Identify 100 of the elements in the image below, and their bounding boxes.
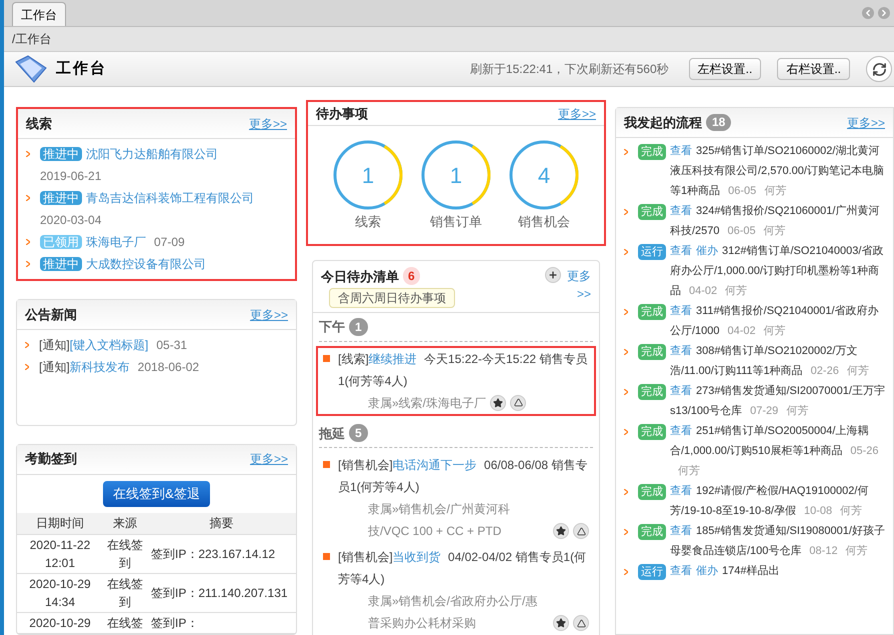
process-entry: 查看 308#销售订单/SO21020002/万文浩/11.00/订购111等1种商品 02-26 何芳 [670, 344, 870, 379]
action-link[interactable]: 查看 [670, 425, 692, 437]
news-tag: [通知] [35, 356, 70, 378]
column-header: 来源 [103, 512, 147, 534]
process-entry: 查看 324#销售报价/SQ21060001/广州黄河科技/2570 06-05 何芳 [670, 204, 880, 239]
star-button[interactable] [490, 394, 506, 410]
news-tag: [通知] [35, 334, 70, 356]
bullet-icon [624, 349, 628, 355]
column-header: 摘要 [147, 512, 296, 534]
triangle-icon [576, 618, 586, 628]
status-tag: 推进中 [40, 191, 82, 205]
table-cell: 2020-10-29 14:34 [17, 574, 103, 612]
count-badge: 6 [403, 267, 420, 286]
action-link[interactable]: 查看 [670, 485, 692, 497]
status-tag: 运行 [638, 564, 666, 580]
bullet-icon [323, 461, 330, 468]
status-tag: 已领用 [40, 235, 82, 249]
process-entry: 查看 192#请假/产检假/HAQ19100002/何芳/19-10-8至19-10-8/孕假 10-08 何芳 [670, 484, 870, 519]
triangle-button[interactable] [510, 394, 526, 410]
table-cell: 在线签到 [103, 534, 147, 574]
lead-link[interactable]: 珠海电子厂 [86, 235, 146, 249]
todo-label: 销售机会 [518, 213, 570, 231]
todo-count[interactable]: 1 [421, 140, 491, 210]
status-tag: 运行 [638, 244, 666, 260]
action-link[interactable]: 查看 [670, 525, 692, 537]
star-icon [556, 618, 566, 628]
bullet-icon [25, 364, 29, 370]
bullet-icon [26, 261, 30, 267]
todo-count[interactable]: 1 [333, 140, 403, 210]
action-link[interactable]: 查看 [670, 385, 692, 397]
bullet-icon [624, 249, 628, 255]
bullet-icon [624, 569, 628, 575]
process-entry: 查看 273#销售发货通知/SI20070001/王万宇s13/100号仓库 07-29 何芳 [670, 384, 886, 419]
bullet-icon [624, 209, 628, 215]
news-link[interactable]: 新科技发布 [70, 356, 130, 378]
triangle-icon [514, 398, 523, 407]
action-link[interactable]: 查看 [670, 245, 692, 257]
item-link[interactable]: 继续推进 [368, 352, 417, 366]
ring-icon [421, 140, 491, 210]
panel-title: 线索 [26, 114, 52, 133]
refresh-icon[interactable] [866, 56, 892, 82]
status-tag: 完成 [638, 304, 666, 320]
weekend-note: 含周六周日待办事项 [329, 288, 455, 308]
news-link[interactable]: [键入文档标题] [70, 334, 148, 356]
process-entry: 查看 325#销售订单/SO21060002/湖北黄河液压科技有限公司/2,570.00/订购笔记本电脑等1种商品 06-05 何芳 [670, 144, 885, 199]
bullet-icon [26, 151, 30, 157]
group-title: 拖延 [319, 424, 345, 442]
status-tag: 完成 [638, 204, 666, 220]
panel-title: 待办事项 [316, 104, 368, 123]
action-link[interactable]: 查看 [670, 565, 692, 577]
status-tag: 完成 [638, 144, 666, 160]
more-link[interactable]: 更多>> [846, 114, 885, 132]
table-cell: 在线签到 [103, 574, 147, 612]
todo-entry: [销售机会]当收到货 04/02-04/02 销售专员1(何芳等4人) [338, 549, 588, 588]
bullet-icon [624, 309, 628, 315]
settings-button[interactable]: 左栏设置.. [688, 58, 762, 80]
lead-link[interactable]: 青岛吉达信科装饰工程有限公司 [86, 191, 254, 205]
folder-icon [14, 54, 48, 84]
todo-count[interactable]: 4 [509, 140, 579, 210]
page-title: 工作台 [56, 58, 107, 79]
bullet-icon [323, 553, 330, 560]
table-cell: 在线签 [103, 612, 147, 634]
action-link[interactable]: 催办 [696, 565, 718, 577]
more-link[interactable]: 更多>> [250, 306, 288, 324]
lead-link[interactable]: 沈阳飞力达船舶有限公司 [86, 147, 218, 161]
action-link[interactable]: 催办 [696, 245, 718, 257]
more-link[interactable]: 更多>> [558, 104, 596, 122]
check-in-button[interactable]: 在线签到&签退 [103, 480, 210, 506]
todo-entry: [线索]继续推进 今天15:22-今天15:22 销售专员1(何芳等4人) [338, 350, 588, 390]
triangle-icon [576, 526, 586, 536]
table-cell: 签到IP：211.140.207.131 [147, 574, 296, 612]
star-button[interactable] [553, 615, 569, 631]
process-entry: 查看 251#销售订单/SO20050004/上海耦合/1,000.00/订购510展柜等1种商品 05-26 何芳 [670, 424, 880, 479]
action-link[interactable]: 查看 [670, 305, 692, 317]
count-badge: 18 [706, 114, 732, 131]
status-tag: 完成 [638, 344, 666, 360]
table-cell: 2020-10-29 [17, 612, 103, 634]
add-button[interactable] [545, 266, 561, 282]
lead-link[interactable]: 大成数控设备有限公司 [86, 257, 206, 271]
star-icon [493, 398, 504, 408]
settings-button[interactable]: 右栏设置.. [777, 58, 850, 80]
star-button[interactable] [553, 523, 569, 539]
table-cell: 2020-11-22 12:01 [17, 534, 103, 574]
more-link[interactable]: 更多>> [248, 114, 287, 132]
bullet-icon [624, 489, 628, 495]
tab[interactable]: 工作台 [12, 2, 66, 26]
ring-icon [509, 140, 579, 210]
action-link[interactable]: 查看 [670, 145, 692, 157]
refresh-status: 刷新于15:22:41，下次刷新还有560秒 [470, 61, 669, 78]
count-badge: 1 [349, 318, 368, 336]
more-link[interactable]: 更多>> [565, 266, 591, 302]
more-link[interactable]: 更多>> [250, 450, 288, 468]
item-link[interactable]: 电话沟通下一步 [392, 458, 477, 472]
action-link[interactable]: 查看 [670, 205, 692, 217]
triangle-button[interactable] [573, 615, 589, 631]
status-tag: 完成 [638, 524, 666, 540]
item-link[interactable]: 当收到货 [392, 550, 441, 564]
action-link[interactable]: 查看 [670, 345, 692, 357]
bullet-icon [624, 149, 628, 155]
triangle-button[interactable] [573, 523, 589, 539]
